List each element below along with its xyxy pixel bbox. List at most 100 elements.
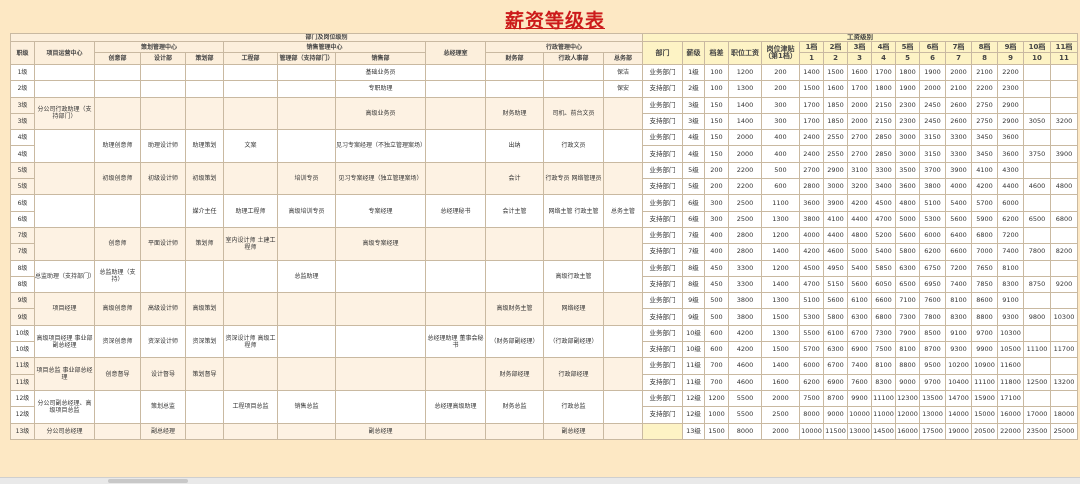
post-allowance-cell[interactable]: 1200 — [761, 259, 800, 277]
column-header[interactable]: 7档 — [945, 41, 972, 53]
grade-cell[interactable]: 7400 — [997, 243, 1024, 261]
grade-cell[interactable]: 1900 — [895, 80, 920, 98]
grade-cell[interactable]: 9900 — [847, 389, 872, 408]
row-level-cell[interactable]: 9级 — [10, 308, 35, 326]
grade-cell[interactable]: 11800 — [997, 373, 1024, 391]
column-header[interactable]: 1档 — [799, 41, 824, 53]
level-cell[interactable]: 13级 — [682, 422, 705, 440]
grade-cell[interactable]: 2300 — [895, 96, 920, 114]
column-header[interactable]: 职位工资 — [728, 41, 762, 65]
grade-cell[interactable]: 14500 — [871, 422, 896, 440]
grade-cell[interactable]: 2450 — [919, 96, 946, 114]
post-allowance-cell[interactable]: 1200 — [761, 226, 800, 245]
grade-cell[interactable]: 3750 — [1023, 145, 1051, 163]
dept-cell[interactable]: 业务部门 — [642, 357, 683, 375]
column-header[interactable]: 2 — [823, 52, 848, 65]
table-cell[interactable] — [602, 324, 644, 359]
grade-cell[interactable]: 1850 — [823, 112, 848, 131]
table-cell[interactable]: 财务部经理 — [485, 357, 544, 391]
grade-cell[interactable]: 5100 — [799, 292, 824, 310]
grade-cell[interactable]: 4100 — [971, 161, 998, 180]
table-cell[interactable]: 行政部经理 — [543, 357, 604, 391]
table-cell[interactable]: 创意师 — [94, 226, 141, 261]
column-header[interactable]: 2档 — [823, 41, 848, 53]
table-cell[interactable] — [277, 129, 336, 163]
grade-cell[interactable]: 9500 — [919, 357, 946, 375]
table-cell[interactable] — [140, 96, 186, 131]
grade-cell[interactable]: 9700 — [971, 324, 998, 343]
dept-cell[interactable]: 业务部门 — [642, 226, 683, 245]
grade-cell[interactable]: 1700 — [847, 80, 872, 98]
base-salary-cell[interactable]: 3800 — [728, 308, 762, 326]
level-cell[interactable]: 8级 — [682, 259, 705, 277]
dept-cell[interactable]: 支持部门 — [642, 112, 683, 131]
level-cell[interactable]: 12级 — [682, 406, 705, 424]
table-cell[interactable] — [277, 96, 336, 131]
grade-cell[interactable]: 2750 — [971, 112, 998, 131]
grade-cell[interactable]: 1600 — [823, 80, 848, 98]
table-cell[interactable]: 保安 — [602, 80, 644, 98]
grade-cell[interactable]: 7600 — [847, 373, 872, 391]
table-cell[interactable] — [485, 259, 544, 294]
column-header[interactable]: 财务部 — [485, 52, 544, 65]
table-cell[interactable]: 资深设计师 — [140, 324, 186, 359]
grade-cell[interactable]: 2100 — [971, 63, 998, 82]
post-allowance-cell[interactable]: 400 — [761, 129, 800, 147]
grade-cell[interactable]: 3300 — [945, 129, 972, 147]
row-level-cell[interactable]: 3级 — [10, 96, 35, 114]
post-allowance-cell[interactable]: 1400 — [761, 357, 800, 375]
grade-cell[interactable]: 2700 — [847, 129, 872, 147]
grade-cell[interactable]: 6400 — [945, 226, 972, 245]
table-cell[interactable] — [140, 259, 186, 294]
grade-cell[interactable]: 2200 — [997, 63, 1024, 82]
grade-cell[interactable]: 3150 — [919, 129, 946, 147]
table-cell[interactable]: 行政文员 — [543, 129, 604, 163]
grade-cell[interactable]: 6700 — [847, 324, 872, 343]
grade-cell[interactable]: 5600 — [945, 210, 972, 228]
grade-cell[interactable]: 5100 — [919, 194, 946, 212]
table-cell[interactable]: 出纳 — [485, 129, 544, 163]
table-cell[interactable] — [185, 259, 224, 294]
grade-cell[interactable]: 4100 — [823, 210, 848, 228]
table-cell[interactable] — [34, 194, 95, 228]
diff-cell[interactable]: 200 — [704, 161, 729, 180]
table-cell[interactable] — [602, 129, 644, 163]
column-header[interactable]: 8档 — [971, 41, 998, 53]
table-cell[interactable]: 高级财务主管 — [485, 292, 544, 326]
row-level-cell[interactable]: 5级 — [10, 161, 35, 180]
grade-cell[interactable] — [1050, 194, 1078, 212]
table-cell[interactable] — [277, 226, 336, 261]
table-cell[interactable] — [543, 63, 604, 82]
grade-cell[interactable]: 3600 — [799, 194, 824, 212]
grade-cell[interactable]: 13200 — [1050, 373, 1078, 391]
group-header[interactable]: 部门及岗位级别 — [9, 33, 644, 42]
grade-cell[interactable]: 6950 — [919, 275, 946, 294]
grade-cell[interactable]: 2400 — [799, 145, 824, 163]
grade-cell[interactable]: 3900 — [823, 194, 848, 212]
table-cell[interactable] — [602, 422, 644, 440]
grade-cell[interactable] — [1023, 259, 1051, 277]
grade-cell[interactable]: 2100 — [945, 80, 972, 98]
grade-cell[interactable]: 7300 — [895, 308, 920, 326]
grade-cell[interactable]: 6800 — [1050, 210, 1078, 228]
grade-cell[interactable]: 6200 — [997, 210, 1024, 228]
diff-cell[interactable]: 400 — [704, 243, 729, 261]
table-cell[interactable]: 策划总监 — [140, 389, 186, 424]
table-cell[interactable] — [335, 292, 426, 326]
grade-cell[interactable]: 2900 — [997, 112, 1024, 131]
grade-cell[interactable]: 3700 — [919, 161, 946, 180]
grade-cell[interactable]: 8300 — [945, 308, 972, 326]
dept-cell[interactable]: 支持部门 — [642, 308, 683, 326]
grade-cell[interactable]: 3000 — [895, 129, 920, 147]
grade-cell[interactable]: 8800 — [971, 308, 998, 326]
table-cell[interactable] — [485, 63, 544, 82]
grade-cell[interactable]: 4950 — [823, 259, 848, 277]
grade-cell[interactable]: 6000 — [919, 226, 946, 245]
grade-cell[interactable]: 15900 — [971, 389, 998, 408]
table-cell[interactable]: 见习专案经理（独立管理案场） — [335, 161, 426, 196]
grade-cell[interactable]: 9000 — [823, 406, 848, 424]
diff-cell[interactable]: 300 — [704, 210, 729, 228]
base-salary-cell[interactable]: 1400 — [728, 96, 762, 114]
grade-cell[interactable] — [1050, 63, 1078, 82]
grade-cell[interactable]: 6750 — [919, 259, 946, 277]
